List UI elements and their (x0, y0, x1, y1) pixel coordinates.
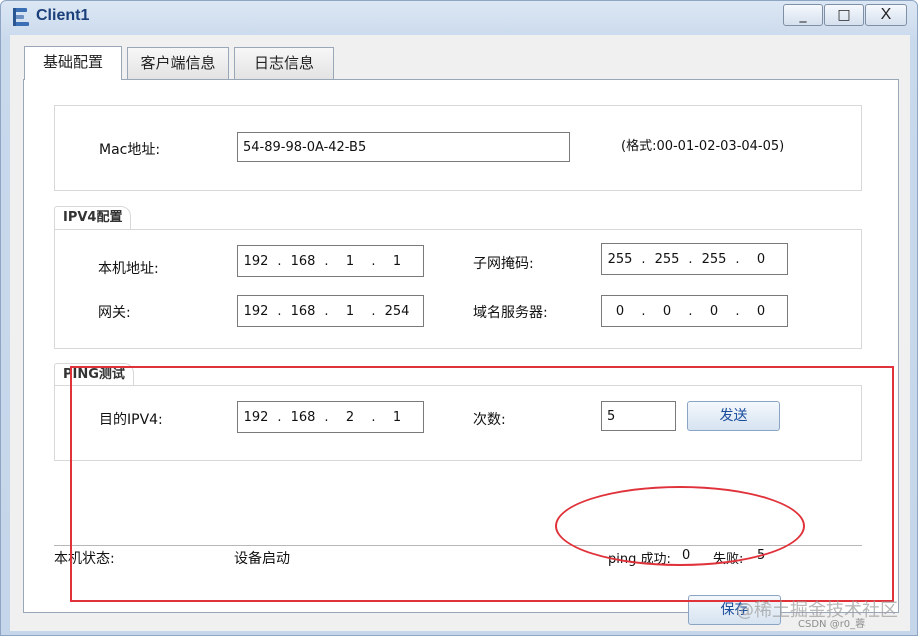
ip-dot: . (371, 253, 376, 269)
ip-octet[interactable]: 0 (602, 304, 638, 319)
ip-dot: . (277, 409, 282, 425)
ip-dot: . (641, 303, 646, 319)
tab-log-info[interactable]: 日志信息 (234, 47, 334, 79)
mac-field[interactable] (237, 132, 570, 162)
ip-octet[interactable]: 0 (743, 304, 779, 319)
close-button[interactable]: X (865, 4, 907, 26)
ip-octet[interactable]: 0 (649, 304, 685, 319)
subnet-mask-field[interactable]: 255. 255. 255. 0 (601, 243, 788, 275)
ping-success-label: ping 成功: (608, 552, 671, 567)
app-window: Client1 _ □ X 基础配置 客户端信息 日志信息 Mac地址: (格式… (0, 0, 918, 636)
ip-octet[interactable]: 1 (379, 410, 415, 425)
ip-octet[interactable]: 255 (602, 252, 638, 267)
subnet-mask-label: 子网掩码: (473, 256, 534, 272)
ip-octet[interactable]: 255 (649, 252, 685, 267)
local-ip-field[interactable]: 192. 168. 1. 1 (237, 245, 424, 277)
ip-octet[interactable]: 2 (332, 410, 368, 425)
device-status-label: 本机状态: (54, 551, 115, 567)
gateway-label: 网关: (98, 305, 131, 321)
count-label: 次数: (473, 412, 506, 428)
ip-dot: . (735, 303, 740, 319)
ip-dot: . (688, 303, 693, 319)
title-bar: Client1 _ □ X (1, 1, 917, 33)
dns-field[interactable]: 0. 0. 0. 0 (601, 295, 788, 327)
ip-dot: . (641, 251, 646, 267)
ip-octet[interactable]: 255 (696, 252, 732, 267)
ip-dot: . (735, 251, 740, 267)
client-app-icon (13, 7, 31, 27)
dest-ip-label: 目的IPV4: (99, 412, 163, 428)
local-ip-label: 本机地址: (98, 261, 159, 277)
ip-octet[interactable]: 168 (285, 410, 321, 425)
mac-input[interactable] (238, 133, 569, 161)
dns-label: 域名服务器: (473, 305, 548, 321)
minimize-button[interactable]: _ (783, 4, 823, 26)
ip-octet[interactable]: 1 (332, 304, 368, 319)
count-field[interactable] (601, 401, 676, 431)
ip-octet[interactable]: 168 (285, 304, 321, 319)
send-button[interactable]: 发送 (687, 401, 780, 431)
count-input[interactable] (602, 402, 675, 430)
ipv4-group: 本机地址: 192. 168. 1. 1 子网掩码: 255. 255. 255… (54, 229, 862, 349)
status-divider (54, 545, 862, 546)
ip-octet[interactable]: 192 (238, 254, 274, 269)
ip-octet[interactable]: 192 (238, 304, 274, 319)
gateway-field[interactable]: 192. 168. 1. 254 (237, 295, 424, 327)
ping-success-value: 0 (682, 548, 691, 563)
ip-octet[interactable]: 168 (285, 254, 321, 269)
ip-dot: . (371, 409, 376, 425)
maximize-button[interactable]: □ (824, 4, 864, 26)
window-title: Client1 (36, 7, 90, 24)
ping-fail-label: 失败: (713, 552, 744, 567)
dest-ip-field[interactable]: 192. 168. 2. 1 (237, 401, 424, 433)
mac-label: Mac地址: (99, 142, 161, 158)
ping-fail-value: 5 (757, 548, 766, 563)
ip-dot: . (324, 253, 329, 269)
ip-dot: . (371, 303, 376, 319)
ping-legend: PING测试 (54, 363, 134, 387)
ping-group: 目的IPV4: 192. 168. 2. 1 次数: 发送 (54, 385, 862, 461)
mac-format-hint: (格式:00-01-02-03-04-05) (621, 139, 785, 154)
ip-octet[interactable]: 0 (696, 304, 732, 319)
ipv4-legend: IPV4配置 (54, 206, 132, 230)
ip-dot: . (324, 303, 329, 319)
tab-basic-config[interactable]: 基础配置 (24, 46, 122, 80)
ip-octet[interactable]: 192 (238, 410, 274, 425)
ip-octet[interactable]: 1 (332, 254, 368, 269)
basic-config-panel: Mac地址: (格式:00-01-02-03-04-05) IPV4配置 本机地… (23, 79, 899, 625)
mac-group: Mac地址: (格式:00-01-02-03-04-05) (54, 105, 862, 191)
ip-dot: . (277, 303, 282, 319)
ip-dot: . (277, 253, 282, 269)
watermark-csdn: CSDN @r0_蓉 (798, 619, 866, 630)
window-client-area: 基础配置 客户端信息 日志信息 Mac地址: (格式:00-01-02-03-0… (10, 35, 910, 631)
ip-octet[interactable]: 0 (743, 252, 779, 267)
tab-client-info[interactable]: 客户端信息 (127, 47, 229, 79)
device-status-value: 设备启动 (234, 551, 290, 567)
ip-dot: . (324, 409, 329, 425)
ip-octet[interactable]: 254 (379, 304, 415, 319)
ip-octet[interactable]: 1 (379, 254, 415, 269)
ip-dot: . (688, 251, 693, 267)
